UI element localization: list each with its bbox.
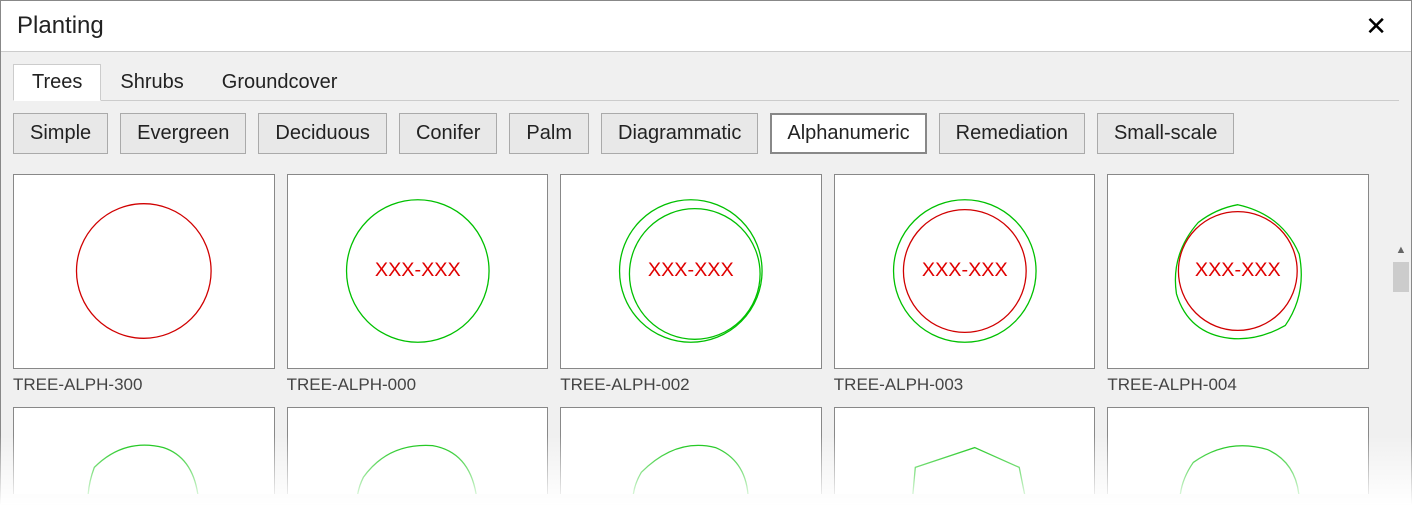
thumb-label: TREE-ALPH-003	[834, 375, 1096, 395]
scroll-thumb[interactable]	[1393, 262, 1409, 292]
filter-deciduous[interactable]: Deciduous	[258, 113, 387, 154]
gallery-item-tree-alph-003[interactable]: XXX-XXX TREE-ALPH-003	[834, 174, 1096, 395]
tab-shrubs[interactable]: Shrubs	[101, 64, 202, 101]
code-text: XXX-XXX	[648, 259, 734, 281]
scrollbar[interactable]: ▲	[1391, 240, 1411, 504]
gallery-item-tree-alph-004[interactable]: XXX-XXX TREE-ALPH-004	[1107, 174, 1369, 395]
thumb-icon: XXX-XXX	[834, 174, 1096, 369]
code-text: XXX-XXX	[1195, 259, 1281, 281]
filters-row: Simple Evergreen Deciduous Conifer Palm …	[13, 113, 1399, 154]
thumb-icon: XXX-XXX	[1107, 174, 1369, 369]
gallery-item-tree-alph-300[interactable]: TREE-ALPH-300	[13, 174, 275, 395]
thumb-label: TREE-ALPH-002	[560, 375, 822, 395]
tab-trees[interactable]: Trees	[13, 64, 101, 101]
thumb-icon	[13, 407, 275, 494]
planting-dialog: Planting ✕ Trees Shrubs Groundcover Simp…	[0, 0, 1412, 505]
tab-groundcover[interactable]: Groundcover	[203, 64, 357, 101]
filter-palm[interactable]: Palm	[509, 113, 589, 154]
thumb-icon	[13, 174, 275, 369]
tabs-row: Trees Shrubs Groundcover	[13, 64, 1399, 101]
thumb-icon	[834, 407, 1096, 494]
thumb-label: TREE-ALPH-000	[287, 375, 549, 395]
window-title: Planting	[17, 12, 104, 40]
filter-alphanumeric[interactable]: Alphanumeric	[770, 113, 926, 154]
scroll-up-icon[interactable]: ▲	[1391, 240, 1411, 260]
filter-remediation[interactable]: Remediation	[939, 113, 1085, 154]
thumb-icon	[287, 407, 549, 494]
gallery-item-partial[interactable]	[1107, 407, 1369, 494]
content-area: Trees Shrubs Groundcover Simple Evergree…	[1, 51, 1411, 504]
filter-small-scale[interactable]: Small-scale	[1097, 113, 1234, 154]
filter-diagrammatic[interactable]: Diagrammatic	[601, 113, 758, 154]
gallery-item-partial[interactable]	[834, 407, 1096, 494]
code-text: XXX-XXX	[922, 259, 1008, 281]
gallery-item-tree-alph-000[interactable]: XXX-XXX TREE-ALPH-000	[287, 174, 549, 395]
thumb-label: TREE-ALPH-004	[1107, 375, 1369, 395]
gallery-item-partial[interactable]	[287, 407, 549, 494]
thumb-icon: XXX-XXX	[287, 174, 549, 369]
filter-simple[interactable]: Simple	[13, 113, 108, 154]
thumb-icon: XXX-XXX	[560, 174, 822, 369]
thumb-icon	[560, 407, 822, 494]
thumb-label: TREE-ALPH-300	[13, 375, 275, 395]
thumb-icon	[1107, 407, 1369, 494]
titlebar: Planting ✕	[1, 1, 1411, 51]
close-icon[interactable]: ✕	[1357, 7, 1395, 46]
filter-evergreen[interactable]: Evergreen	[120, 113, 246, 154]
gallery: TREE-ALPH-300 XXX-XXX TREE-ALPH-000	[13, 174, 1399, 494]
gallery-item-partial[interactable]	[13, 407, 275, 494]
gallery-item-tree-alph-002[interactable]: XXX-XXX TREE-ALPH-002	[560, 174, 822, 395]
filter-conifer[interactable]: Conifer	[399, 113, 497, 154]
gallery-container: TREE-ALPH-300 XXX-XXX TREE-ALPH-000	[13, 174, 1399, 494]
code-text: XXX-XXX	[375, 259, 461, 281]
gallery-item-partial[interactable]	[560, 407, 822, 494]
